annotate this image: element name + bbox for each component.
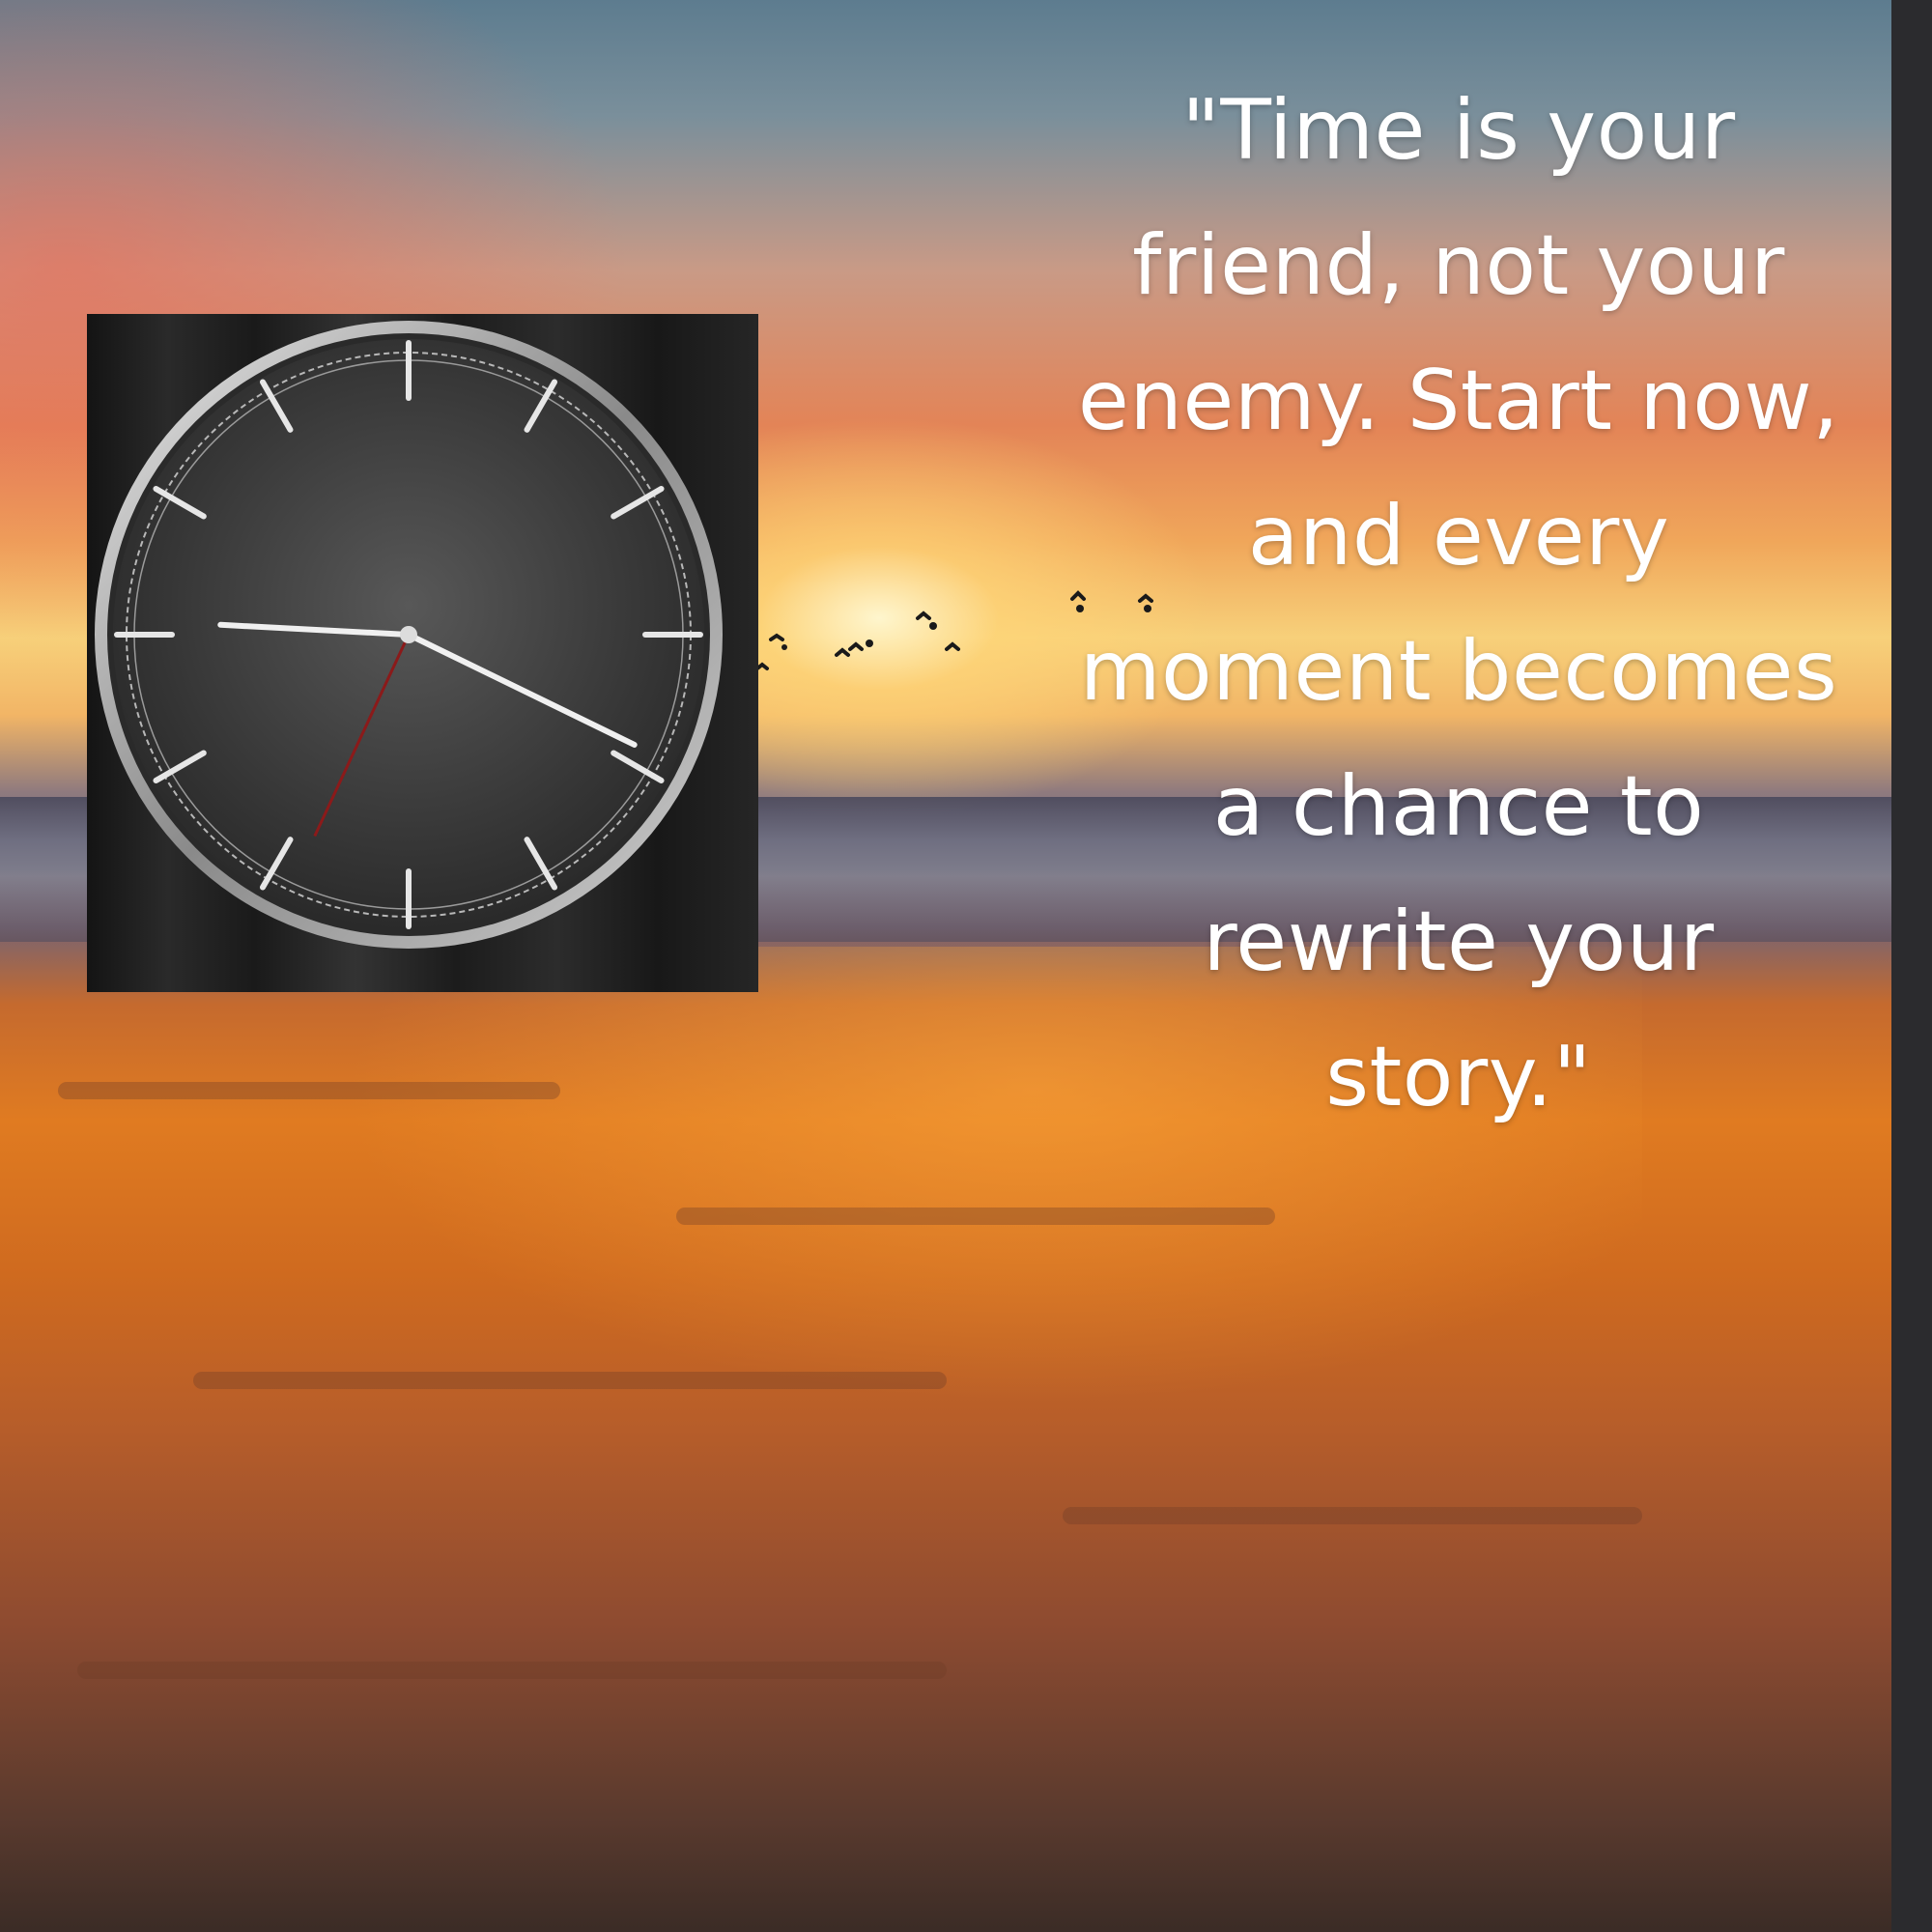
- sand-streak: [676, 1208, 1275, 1225]
- quote-line: moment becomes: [1079, 623, 1838, 720]
- sand-streak: [58, 1082, 560, 1099]
- quote-line: "Time is your: [1181, 82, 1736, 179]
- quote-text: "Time is your friend, not your enemy. St…: [1024, 63, 1893, 1145]
- quote-line: friend, not your: [1132, 217, 1785, 314]
- sand-streak: [1063, 1507, 1642, 1524]
- quote-line: enemy. Start now,: [1077, 353, 1840, 449]
- quote-line: story.": [1325, 1029, 1592, 1125]
- quote-line: and every: [1247, 488, 1670, 584]
- sand-streak: [193, 1372, 947, 1389]
- analog-clock-icon: [87, 314, 758, 992]
- sand-streak: [77, 1662, 947, 1679]
- quote-line: rewrite your: [1203, 894, 1715, 990]
- side-panel-edge: [1891, 0, 1932, 1932]
- poster-canvas: "Time is your friend, not your enemy. St…: [0, 0, 1932, 1932]
- clock-center-pin: [400, 626, 417, 643]
- quote-line: a chance to: [1212, 758, 1705, 855]
